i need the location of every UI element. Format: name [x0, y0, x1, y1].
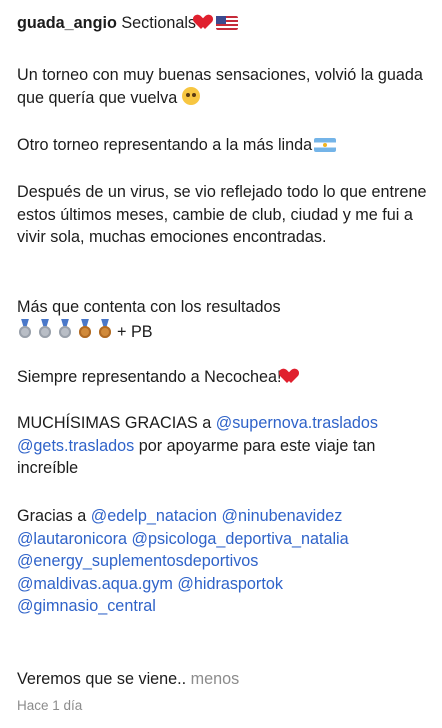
silver-medal-icon [57, 319, 73, 339]
us-flag-icon [216, 16, 239, 30]
pb-label: + PB [117, 322, 153, 341]
silver-medal-icon [17, 319, 33, 339]
mention-link[interactable]: @hidrasportok [177, 575, 283, 593]
caption-paragraph: Siempre representando a Necochea! [17, 366, 300, 389]
mention-link[interactable]: @edelp_natacion [91, 507, 217, 525]
username-link[interactable]: guada_angio [17, 14, 117, 32]
red-heart-icon [196, 14, 214, 30]
mention-link[interactable]: @ninubenavidez [222, 507, 343, 525]
mention-link[interactable]: @gimnasio_central [17, 597, 156, 615]
caption-paragraph: Otro torneo representando a la más linda [17, 134, 337, 157]
silver-medal-icon [37, 319, 53, 339]
bronze-medal-icon [77, 319, 93, 339]
mention-link[interactable]: @lautaronicora [17, 530, 127, 548]
red-heart-icon [282, 368, 300, 384]
caption-header: guada_angio Sectionals [17, 14, 239, 33]
caption-paragraph: MUCHÍSIMAS GRACIAS a @supernova.traslado… [17, 414, 378, 478]
pleading-face-icon [181, 86, 200, 105]
mention-link[interactable]: @gets.traslados [17, 437, 134, 455]
caption-paragraph: Gracias a @edelp_natacion @ninubenavidez… [17, 507, 349, 616]
mention-link[interactable]: @energy_suplementosdeportivos [17, 552, 258, 570]
post-timestamp: Hace 1 día [17, 698, 83, 713]
caption-title: Sectionals [121, 14, 197, 32]
caption-paragraph: Un torneo con muy buenas sensaciones, vo… [17, 66, 423, 107]
argentina-flag-icon [314, 138, 337, 152]
mention-link[interactable]: @maldivas.aqua.gym [17, 575, 173, 593]
show-less-button[interactable]: menos [191, 670, 240, 688]
caption-paragraph: Veremos que se viene.. menos [17, 670, 240, 688]
bronze-medal-icon [97, 319, 113, 339]
mention-link[interactable]: @psicologa_deportiva_natalia [132, 530, 349, 548]
mention-link[interactable]: @supernova.traslados [216, 414, 378, 432]
caption-paragraph: Más que contenta con los resultados + PB [17, 298, 281, 341]
caption-paragraph: Después de un virus, se vio reflejado to… [17, 183, 427, 247]
